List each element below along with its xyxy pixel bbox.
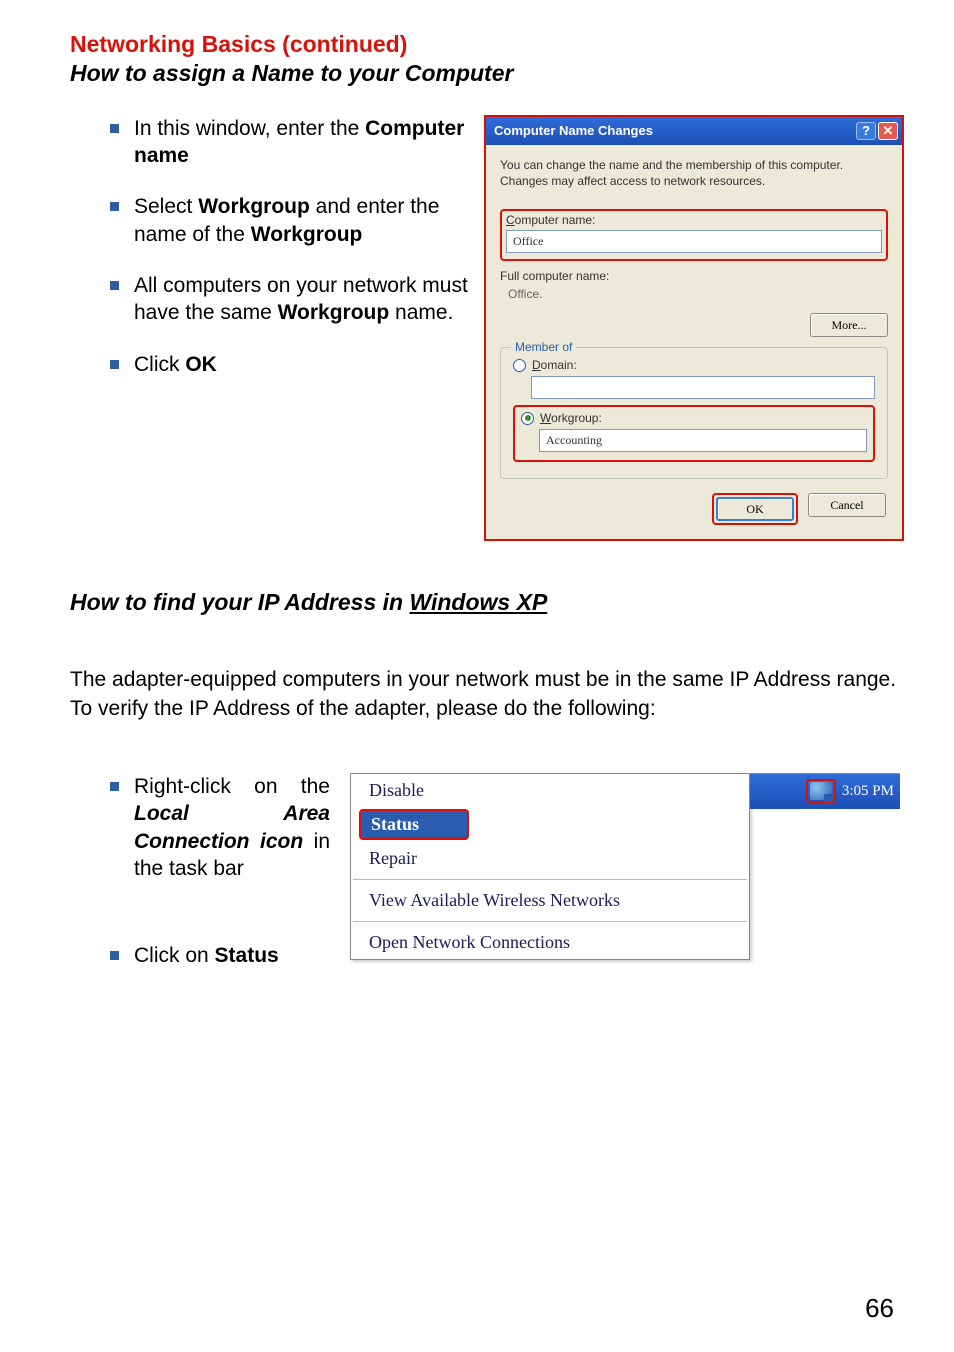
domain-radio[interactable] xyxy=(513,359,526,372)
workgroup-label: Workgroup: xyxy=(540,411,602,425)
menu-repair[interactable]: Repair xyxy=(351,842,749,875)
instruction-list-bottom: Right-click on the Local Area Connection… xyxy=(110,773,330,1029)
workgroup-radio[interactable] xyxy=(521,412,534,425)
dialog-titlebar: Computer Name Changes ? ✕ xyxy=(486,117,902,145)
domain-input[interactable] xyxy=(531,376,875,399)
heading-networking-basics: Networking Basics (continued) xyxy=(70,30,904,60)
computer-name-input[interactable] xyxy=(506,230,882,253)
heading-find-ip: How to find your IP Address in Windows X… xyxy=(70,589,904,616)
computer-name-label: Computer name: xyxy=(506,213,882,227)
close-icon[interactable]: ✕ xyxy=(878,122,898,140)
ok-button[interactable]: OK xyxy=(716,497,794,521)
menu-open-connections[interactable]: Open Network Connections xyxy=(351,926,749,959)
list-item: Select Workgroup and enter the name of t… xyxy=(110,193,484,248)
ip-paragraph: The adapter-equipped computers in your n… xyxy=(70,666,904,723)
help-icon[interactable]: ? xyxy=(856,122,876,140)
instruction-list-top: In this window, enter the Computer name … xyxy=(70,115,484,541)
workgroup-input[interactable] xyxy=(539,429,867,452)
dialog-title: Computer Name Changes xyxy=(494,123,653,138)
system-tray: 3:05 PM xyxy=(750,773,900,809)
workgroup-highlight: Workgroup: xyxy=(513,405,875,462)
list-item: In this window, enter the Computer name xyxy=(110,115,484,170)
list-item: Click OK xyxy=(110,351,484,378)
menu-view-networks[interactable]: View Available Wireless Networks xyxy=(351,884,749,917)
page-number: 66 xyxy=(865,1293,894,1324)
more-button[interactable]: More... xyxy=(810,313,888,337)
member-of-legend: Member of xyxy=(511,340,576,354)
ok-highlight: OK xyxy=(712,493,798,525)
menu-separator xyxy=(353,879,747,880)
computer-name-changes-dialog: Computer Name Changes ? ✕ You can change… xyxy=(484,115,904,541)
list-item: Right-click on the Local Area Connection… xyxy=(110,773,330,882)
network-icon-highlight xyxy=(806,779,836,803)
menu-separator xyxy=(353,921,747,922)
domain-label: Domain: xyxy=(532,358,577,372)
dialog-description: You can change the name and the membersh… xyxy=(500,157,888,189)
computer-name-highlight: Computer name: xyxy=(500,209,888,261)
full-computer-name-value: Office. xyxy=(500,287,888,301)
menu-status[interactable]: Status xyxy=(359,809,469,840)
tray-clock: 3:05 PM xyxy=(842,783,894,800)
cancel-button[interactable]: Cancel xyxy=(808,493,886,517)
full-computer-name-label: Full computer name: xyxy=(500,269,888,283)
menu-disable[interactable]: Disable xyxy=(351,774,749,807)
list-item: All computers on your network must have … xyxy=(110,272,484,327)
list-item: Click on Status xyxy=(110,942,330,969)
network-tray-icon[interactable] xyxy=(810,782,832,800)
member-of-group: Member of Domain: Workgroup: xyxy=(500,347,888,479)
heading-assign-name: How to assign a Name to your Computer xyxy=(70,60,904,87)
context-menu: Disable Status Repair View Available Wir… xyxy=(350,773,750,960)
